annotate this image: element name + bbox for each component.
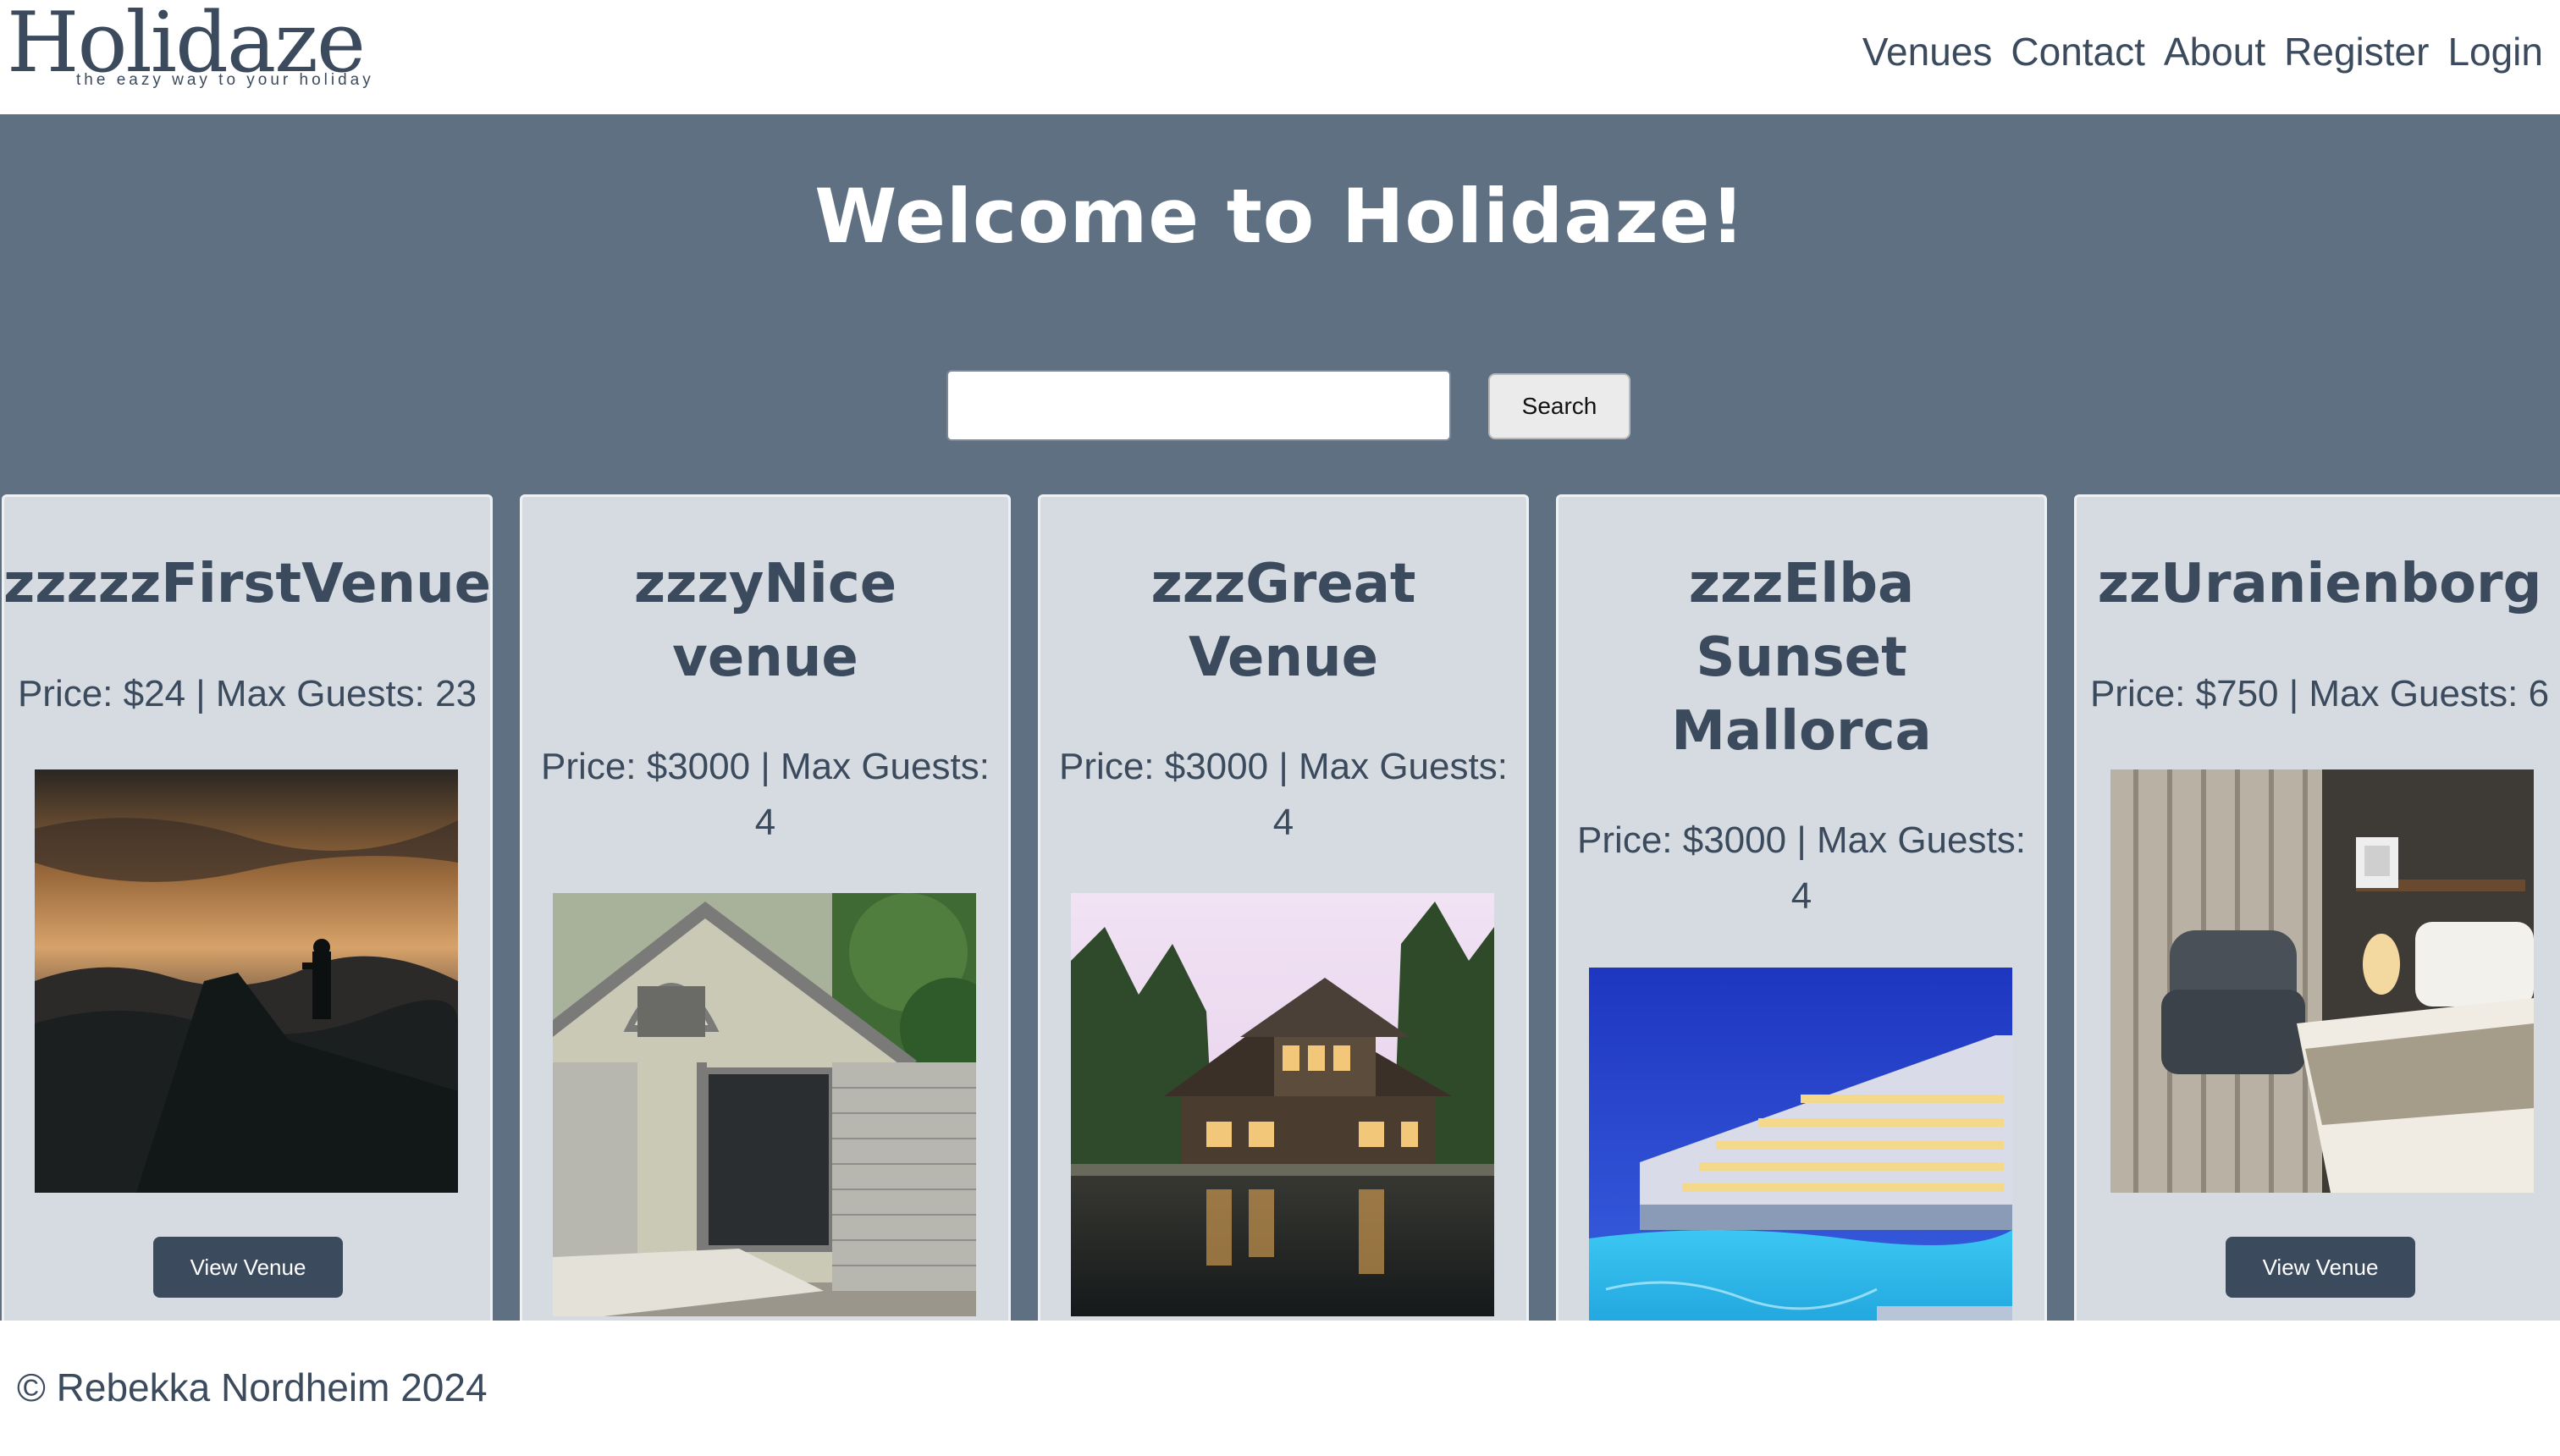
venue-title-line: zzzElba [1688,553,1915,615]
venue-meta-line: 4 [1790,875,1812,917]
hotel-bedroom-image [2110,769,2534,1193]
venue-title-line: zzzyNice [633,553,897,615]
venue-image[interactable] [1589,968,2012,1321]
venue-title: zzzzzFirstVenue [3,553,492,615]
venue-card: zzzyNice venue Price: $3000 | Max Guests… [520,494,1011,1321]
venue-title-line: Sunset [1696,626,1907,689]
venue-price-guests: Price: $3000 | Max Guests: 4 [522,739,1008,851]
venue-title-line: Mallorca [1671,700,1932,763]
venue-title: zzzGreat Venue [1007,548,1560,695]
view-venue-button[interactable]: View Venue [153,1237,343,1298]
venue-card: zzzGreat Venue Price: $3000 | Max Guests… [1038,494,1529,1321]
venue-meta-line: 4 [1272,802,1294,843]
venue-image[interactable] [1071,893,1494,1316]
venue-title-line: zzzGreat [1150,553,1416,615]
resort-pool-image [1589,968,2012,1321]
venue-image[interactable] [553,893,976,1316]
lake-house-image [1071,893,1494,1316]
venue-card: zzUranienborg Price: $750 | Max Guests: … [2074,494,2560,1321]
site-footer: © Rebekka Nordheim 2024 [0,1321,2560,1456]
venue-meta-line: Price: $3000 | Max Guests: [1059,746,1508,787]
venue-title-line: Venue [1189,626,1378,689]
venue-title: zzUranienborg [2097,553,2542,615]
venue-list: zzzzzFirstVenue Price: $24 | Max Guests:… [0,0,2560,1321]
sunset-silhouette-image [35,769,458,1193]
venue-price-guests: Price: $24 | Max Guests: 23 [17,673,477,714]
venue-title-line: venue [672,626,858,689]
venue-meta-line: 4 [754,802,776,843]
venue-title: zzzElba Sunset Mallorca [1525,548,2078,769]
venue-image[interactable] [2110,769,2534,1193]
copyright-text: © Rebekka Nordheim 2024 [17,1365,488,1409]
view-venue-button[interactable]: View Venue [2226,1237,2415,1298]
venue-price-guests: Price: $750 | Max Guests: 6 [2089,673,2550,714]
venue-price-guests: Price: $3000 | Max Guests: 4 [1559,813,2044,924]
venue-card: zzzElba Sunset Mallorca Price: $3000 | M… [1556,494,2047,1321]
venue-meta-line: Price: $3000 | Max Guests: [541,746,990,787]
venue-title: zzzyNice venue [488,548,1042,695]
venue-price-guests: Price: $3000 | Max Guests: 4 [1040,739,1526,851]
venue-meta-line: Price: $3000 | Max Guests: [1577,819,2026,861]
cabin-image [553,893,976,1316]
venue-card: zzzzzFirstVenue Price: $24 | Max Guests:… [2,494,493,1321]
venue-image[interactable] [35,769,458,1193]
